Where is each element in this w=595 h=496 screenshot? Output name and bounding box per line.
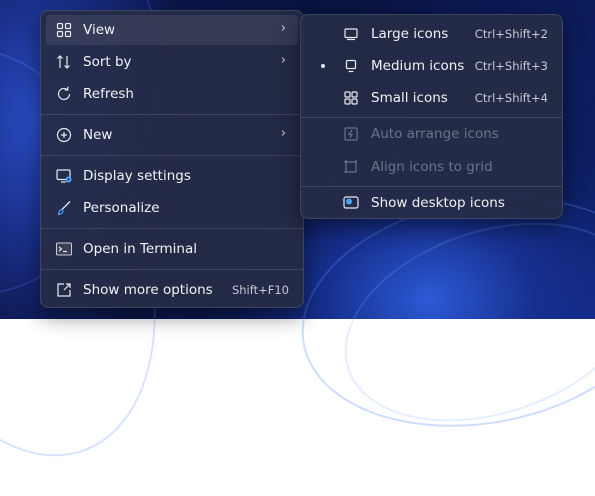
monitor-large-icon xyxy=(344,28,358,41)
menu-item-label: Show more options xyxy=(83,282,213,298)
sort-icon xyxy=(57,55,70,69)
menu-item-sort-by[interactable]: Sort by › xyxy=(46,47,298,77)
shortcut-text: Ctrl+Shift+3 xyxy=(474,59,548,73)
submenu-item-show-desktop-icons[interactable]: Show desktop icons xyxy=(306,188,557,218)
menu-item-label: View xyxy=(83,22,116,38)
menu-separator xyxy=(41,269,303,270)
shortcut-text: Ctrl+Shift+4 xyxy=(474,91,548,105)
align-grid-icon xyxy=(344,160,357,173)
menu-item-label: Open in Terminal xyxy=(83,241,197,257)
menu-item-label: Small icons xyxy=(371,90,448,106)
menu-item-label: Sort by xyxy=(83,54,132,70)
external-icon xyxy=(57,283,71,297)
menu-separator xyxy=(301,186,562,187)
shortcut-text: Shift+F10 xyxy=(231,283,289,297)
menu-item-label: Medium icons xyxy=(371,58,465,74)
menu-item-label: Auto arrange icons xyxy=(371,126,499,142)
chevron-right-icon: › xyxy=(280,21,286,36)
chevron-right-icon: › xyxy=(280,126,286,141)
brush-icon xyxy=(57,201,71,216)
submenu-item-align-to-grid: Align icons to grid xyxy=(306,152,557,182)
submenu-item-auto-arrange: Auto arrange icons xyxy=(306,119,557,149)
menu-item-new[interactable]: New › xyxy=(46,120,298,150)
menu-item-label: New xyxy=(83,127,113,143)
auto-arrange-icon xyxy=(344,127,358,141)
show-desktop-icon xyxy=(343,196,359,209)
menu-separator xyxy=(301,117,562,118)
desktop-context-menu: View › Sort by › Refresh New › Display s… xyxy=(40,10,304,308)
menu-separator xyxy=(41,228,303,229)
menu-item-label: Show desktop icons xyxy=(371,195,505,211)
menu-item-display-settings[interactable]: Display settings xyxy=(46,161,298,191)
display-settings-icon xyxy=(56,169,72,183)
menu-item-show-more-options[interactable]: Show more options Shift+F10 xyxy=(46,275,298,305)
menu-item-personalize[interactable]: Personalize xyxy=(46,193,298,223)
menu-item-label: Display settings xyxy=(83,168,191,184)
grid-small-icon xyxy=(344,91,358,105)
chevron-right-icon: › xyxy=(280,53,286,68)
menu-item-open-in-terminal[interactable]: Open in Terminal xyxy=(46,234,298,264)
menu-item-label: Personalize xyxy=(83,200,160,216)
menu-item-refresh[interactable]: Refresh xyxy=(46,79,298,109)
menu-item-label: Large icons xyxy=(371,26,449,42)
submenu-item-large-icons[interactable]: Large icons Ctrl+Shift+2 xyxy=(306,19,557,49)
refresh-icon xyxy=(57,86,71,100)
monitor-medium-icon xyxy=(345,59,357,73)
menu-item-label: Align icons to grid xyxy=(371,159,493,175)
submenu-item-medium-icons[interactable]: Medium icons Ctrl+Shift+3 xyxy=(306,51,557,81)
shortcut-text: Ctrl+Shift+2 xyxy=(474,27,548,41)
selected-bullet-icon xyxy=(321,64,325,68)
plus-circle-icon xyxy=(56,127,72,143)
menu-item-view[interactable]: View › xyxy=(46,15,298,45)
submenu-item-small-icons[interactable]: Small icons Ctrl+Shift+4 xyxy=(306,83,557,113)
terminal-icon xyxy=(56,242,72,256)
view-submenu: Large icons Ctrl+Shift+2 Medium icons Ct… xyxy=(300,14,563,219)
grid-icon xyxy=(56,22,72,38)
menu-item-label: Refresh xyxy=(83,86,134,102)
menu-separator xyxy=(41,114,303,115)
menu-separator xyxy=(41,155,303,156)
